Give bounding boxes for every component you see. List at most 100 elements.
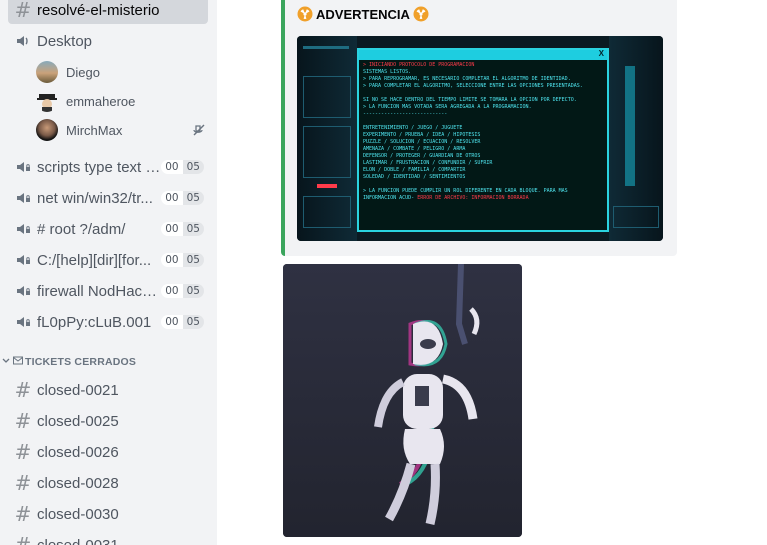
radioactive-icon xyxy=(297,6,313,22)
channel-label: closed-0021 xyxy=(37,381,119,399)
user-limit-badge: 00 05 xyxy=(161,253,204,267)
voice-user-diego[interactable]: Diego xyxy=(36,60,100,84)
channel-label: scripts type text /... xyxy=(37,158,162,176)
user-count: 00 xyxy=(161,253,183,267)
channel-label: closed-0028 xyxy=(37,474,119,492)
user-name: Diego xyxy=(66,64,100,80)
channel-closed-0031[interactable]: # closed-0031 xyxy=(8,531,208,545)
user-limit: 05 xyxy=(182,222,204,236)
terminal-line: INFORMACION ACUD- ERROR DE ARCHIVO: INFO… xyxy=(359,195,607,202)
locked-speaker-icon xyxy=(14,282,32,300)
channel-label: # root ?/adm/ xyxy=(37,220,126,238)
user-name: emmaheroe xyxy=(66,93,136,109)
channel-label: firewall NodHack1... xyxy=(37,282,162,300)
locked-speaker-icon xyxy=(14,189,32,207)
user-limit: 05 xyxy=(182,315,204,329)
user-limit: 05 xyxy=(182,284,204,298)
terminal-line: > PARA REPROGRAMAR, ES NECESARIO COMPLET… xyxy=(363,76,571,82)
user-limit-badge: 00 05 xyxy=(161,284,204,298)
terminal-window: X > INICIANDO PROTOCOLO DE PROGRAMACION … xyxy=(357,48,609,232)
channel-closed-0021[interactable]: # closed-0021 xyxy=(8,376,208,404)
category-tickets-cerrados[interactable]: TICKETS CERRADOS xyxy=(2,356,136,368)
channel-closed-0025[interactable]: # closed-0025 xyxy=(8,407,208,435)
user-limit-badge: 00 05 xyxy=(161,315,204,329)
terminal-line: > LA FUNCION PUEDE CUMPLIR UN ROL DIFERE… xyxy=(363,188,568,194)
voice-channel-root-adm[interactable]: # root ?/adm/ 00 05 xyxy=(8,215,208,243)
user-limit: 05 xyxy=(182,253,204,267)
locked-speaker-icon xyxy=(14,158,32,176)
terminal-line-text: INFORMACION ACUD- xyxy=(363,195,415,201)
envelope-icon xyxy=(13,356,23,368)
user-count: 00 xyxy=(161,284,183,298)
embed-title: ADVERTENCIA xyxy=(297,6,429,22)
terminal-titlebar: X xyxy=(359,49,607,60)
voice-user-mirchmax[interactable]: MirchMax xyxy=(36,118,206,142)
voice-channel-c-help[interactable]: C:/[help][dir][for... 00 05 xyxy=(8,246,208,274)
channel-label: net win/win32/tr... xyxy=(37,189,153,207)
terminal-option: DEFENSOR / PROTEGER / GUARDIAN DE OTROS xyxy=(363,153,481,159)
channel-label: Desktop xyxy=(37,32,93,50)
user-count: 00 xyxy=(161,222,183,236)
terminal-right-panels xyxy=(609,36,663,241)
channel-closed-0030[interactable]: # closed-0030 xyxy=(8,500,208,528)
terminal-text: > INICIANDO PROTOCOLO DE PROGRAMACION SI… xyxy=(359,60,607,202)
terminal-line: SISTEMAS LISTOS. xyxy=(363,69,412,75)
voice-channel-floppy-club[interactable]: fL0pPy:cLuB.001 00 05 xyxy=(8,308,208,336)
channel-label: fL0pPy:cLuB.001 xyxy=(37,313,152,331)
voice-channel-scripts[interactable]: scripts type text /... 00 05 xyxy=(8,153,208,181)
embed-title-text: ADVERTENCIA xyxy=(316,6,410,22)
locked-speaker-icon xyxy=(14,220,32,238)
attachment-image-robot[interactable] xyxy=(283,264,522,537)
channel-label: closed-0030 xyxy=(37,505,119,523)
terminal-line: SI NO SE HACE DENTRO DEL TIEMPO LIMITE S… xyxy=(363,97,577,103)
user-count: 00 xyxy=(161,191,183,205)
terminal-option: EXPERIMENTO / PRUEBA / IDEA / HIPOTESIS xyxy=(363,132,481,138)
category-label: TICKETS CERRADOS xyxy=(25,356,137,368)
user-limit-badge: 00 05 xyxy=(161,191,204,205)
speaker-icon xyxy=(14,32,32,50)
voice-channel-firewall[interactable]: firewall NodHack1... 00 05 xyxy=(8,277,208,305)
channel-label: closed-0026 xyxy=(37,443,119,461)
terminal-option: SOLEDAD / IDENTIDAD / SENTIMIENTOS xyxy=(363,174,466,180)
voice-channel-desktop[interactable]: Desktop xyxy=(8,27,208,55)
terminal-option: AMENAZA / COMBATE / PELIGRO / ARMA xyxy=(363,146,466,152)
text-channel-icon: # xyxy=(14,502,32,526)
text-channel-icon: # xyxy=(14,440,32,464)
terminal-error-text: ERROR DE ARCHIVO: INFORMACION BORRADA xyxy=(417,195,529,201)
channel-sidebar: # resolvé-el-misterio Desktop Diego emma… xyxy=(0,0,217,545)
text-channel-icon: # xyxy=(14,471,32,495)
user-limit: 05 xyxy=(182,160,204,174)
channel-label: closed-0025 xyxy=(37,412,119,430)
terminal-option: PUZZLE / SOLUCION / ECUACION / RESOLVER xyxy=(363,139,481,145)
terminal-line: > INICIANDO PROTOCOLO DE PROGRAMACION xyxy=(363,62,475,68)
avatar xyxy=(36,119,58,141)
text-channel-icon: # xyxy=(14,533,32,545)
text-channel-icon: # xyxy=(14,409,32,433)
channel-label: resolvé-el-misterio xyxy=(37,1,160,19)
voice-channel-net-win[interactable]: net win/win32/tr... 00 05 xyxy=(8,184,208,212)
user-name: MirchMax xyxy=(66,122,123,138)
terminal-left-panels xyxy=(297,36,357,241)
chevron-down-icon xyxy=(2,356,10,368)
message-area: ADVERTENCIA X > INICIANDO PROTOCOLO DE P… xyxy=(217,0,767,545)
channel-closed-0026[interactable]: # closed-0026 xyxy=(8,438,208,466)
text-channel-icon: # xyxy=(14,378,32,402)
channel-label: C:/[help][dir][for... xyxy=(37,251,152,269)
voice-user-emmaheroe[interactable]: emmaheroe xyxy=(36,89,135,113)
avatar xyxy=(36,61,58,83)
channel-closed-0028[interactable]: # closed-0028 xyxy=(8,469,208,497)
terminal-option: LASTIMAR / FRUSTRACION / CONFUNDIR / SUF… xyxy=(363,160,493,166)
user-count: 00 xyxy=(161,315,183,329)
terminal-option: ENTRETENIMIENTO / JUEGO / JUGUETE xyxy=(363,125,463,131)
user-limit-badge: 00 05 xyxy=(161,222,204,236)
terminal-option: ELON / DOBLE / FAMILIA / COMPARTIR xyxy=(363,167,466,173)
terminal-line: > LA FUNCION MAS VOTADA SERA AGREGADA A … xyxy=(363,104,532,110)
text-channel-icon: # xyxy=(14,0,32,22)
locked-speaker-icon xyxy=(14,251,32,269)
channel-resolve-el-misterio[interactable]: # resolvé-el-misterio xyxy=(8,0,208,24)
terminal-line: > PARA COMPLETAR EL ALGORITMO, SELECCION… xyxy=(363,83,583,89)
embed-image-terminal[interactable]: X > INICIANDO PROTOCOLO DE PROGRAMACION … xyxy=(297,36,663,241)
